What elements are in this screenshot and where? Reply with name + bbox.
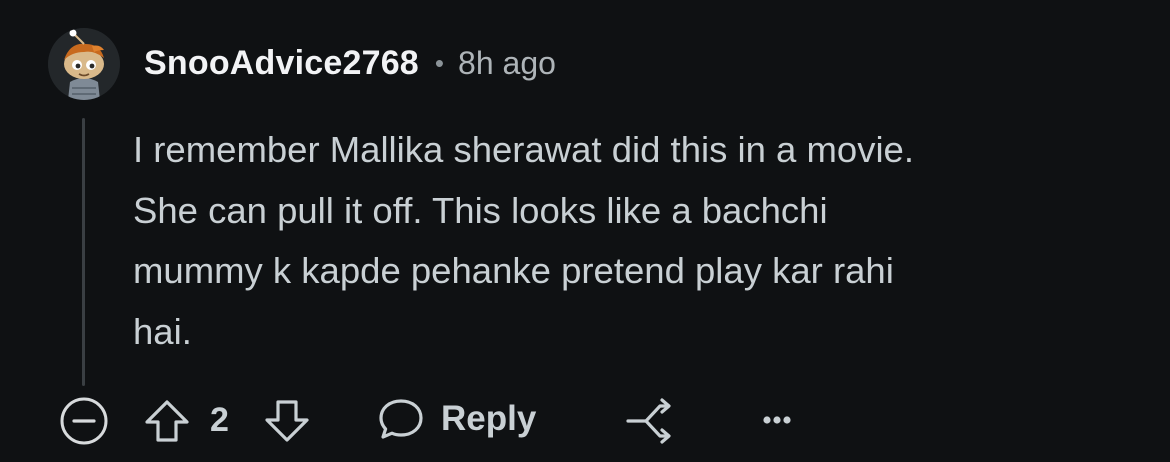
share-button[interactable] (624, 396, 680, 446)
reply-button[interactable]: Reply (377, 394, 536, 444)
username[interactable]: SnooAdvice2768 (144, 44, 419, 83)
more-options-icon (763, 416, 791, 424)
upvote-arrow-icon (145, 400, 189, 442)
collapse-button[interactable] (58, 395, 110, 447)
more-options-button[interactable] (752, 398, 802, 442)
thread-line[interactable] (82, 118, 85, 386)
avatar[interactable] (48, 28, 120, 100)
speech-bubble-icon (379, 399, 423, 439)
comment-meta: SnooAdvice2768 • 8h ago (144, 38, 556, 88)
snoo-avatar-icon (48, 28, 120, 100)
comment-body: I remember Mallika sherawat did this in … (133, 129, 914, 352)
share-icon (626, 398, 671, 444)
upvote-button[interactable] (142, 396, 192, 446)
downvote-arrow-icon (265, 400, 309, 442)
meta-separator: • (434, 47, 445, 78)
collapse-minus-icon (60, 397, 108, 445)
vote-count: 2 (210, 400, 229, 439)
reply-label: Reply (441, 399, 537, 438)
timestamp: 8h ago (458, 44, 556, 81)
downvote-button[interactable] (262, 396, 312, 446)
action-bar: 2 Reply (0, 386, 1170, 450)
comment: SnooAdvice2768 • 8h ago I remember Malli… (0, 0, 1170, 462)
